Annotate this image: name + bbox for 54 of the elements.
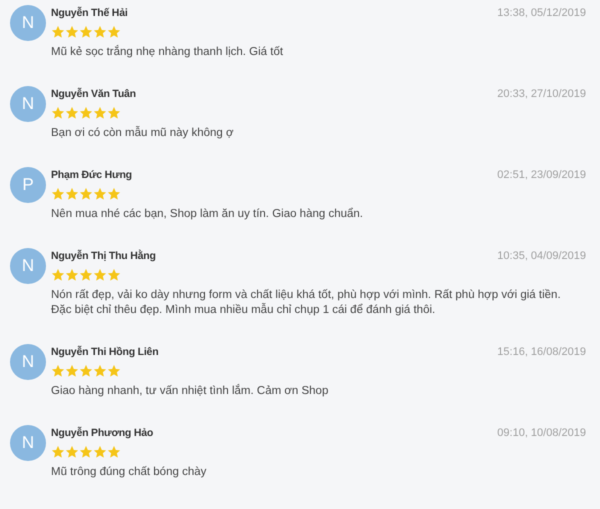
review-text: Bạn ơi có còn mẫu mũ này không ợ bbox=[51, 126, 235, 141]
star-icon bbox=[107, 187, 121, 201]
star-icon bbox=[107, 268, 121, 282]
review-time: 13:38, 05/12/2019 bbox=[497, 6, 586, 22]
avatar: N bbox=[10, 425, 46, 461]
avatar: N bbox=[10, 86, 46, 122]
reviewer-name: Phạm Đức Hưng bbox=[51, 168, 132, 183]
star-icon bbox=[79, 364, 93, 378]
star-icon bbox=[65, 187, 79, 201]
reviewer-name: Nguyễn Phương Hảo bbox=[51, 426, 154, 441]
star-icon bbox=[107, 445, 121, 459]
star-icon bbox=[93, 268, 107, 282]
review-time: 10:35, 04/09/2019 bbox=[497, 249, 586, 264]
star-icon bbox=[65, 25, 79, 39]
review-text: Nón rất đẹp, vải ko dày nhưng form và chất liệu khá tốt, phù hợp với mình. Rất phù hợp với giá tiền. Đặc biệt chỉ thêu đẹp. Mình mua nhiều mẫu chỉ chụp 1 cái để đánh giá thôi. bbox=[51, 288, 562, 318]
star-icon bbox=[93, 25, 107, 39]
star-icon bbox=[65, 445, 79, 459]
review-time: 02:51, 23/09/2019 bbox=[497, 168, 586, 184]
reviewer-name: Nguyễn Thị Thu Hằng bbox=[51, 248, 156, 264]
star-icon bbox=[51, 106, 65, 120]
avatar: N bbox=[10, 248, 46, 284]
star-icon bbox=[79, 25, 93, 39]
star-icon bbox=[107, 106, 121, 120]
star-icon bbox=[79, 187, 93, 201]
reviewer-name: Nguyễn Thi Hồng Liên bbox=[51, 344, 158, 360]
avatar: N bbox=[10, 344, 46, 380]
star-icon bbox=[65, 106, 79, 120]
star-icon bbox=[93, 187, 107, 201]
review-text: Nên mua nhé các bạn, Shop làm ăn uy tín. Giao hàng chuẩn. bbox=[51, 207, 364, 222]
star-icon bbox=[51, 187, 65, 201]
avatar: N bbox=[10, 5, 46, 41]
star-icon bbox=[93, 364, 107, 378]
star-icon bbox=[79, 268, 93, 282]
star-icon bbox=[93, 106, 107, 120]
review-time: 15:16, 16/08/2019 bbox=[497, 345, 586, 360]
avatar: P bbox=[10, 167, 46, 203]
star-icon bbox=[65, 364, 79, 378]
review-text: Mũ kẻ sọc trắng nhẹ nhàng thanh lịch. Giá tốt bbox=[51, 45, 284, 60]
star-icon bbox=[51, 25, 65, 39]
star-icon bbox=[65, 268, 79, 282]
star-icon bbox=[79, 445, 93, 459]
star-icon bbox=[107, 364, 121, 378]
star-icon bbox=[51, 364, 65, 378]
star-icon bbox=[51, 268, 65, 282]
reviewer-name: Nguyễn Văn Tuân bbox=[51, 86, 136, 102]
star-icon bbox=[79, 106, 93, 120]
star-icon bbox=[107, 25, 121, 39]
review-text: Mũ trông đúng chất bóng chày bbox=[51, 465, 208, 480]
review-time: 20:33, 27/10/2019 bbox=[497, 87, 586, 102]
star-icon bbox=[93, 445, 107, 459]
reviewer-name: Nguyễn Thế Hải bbox=[51, 6, 128, 21]
review-text: Giao hàng nhanh, tư vấn nhiệt tình lắm. Cảm ơn Shop bbox=[51, 384, 330, 399]
star-icon bbox=[51, 445, 65, 459]
review-time: 09:10, 10/08/2019 bbox=[497, 426, 586, 442]
